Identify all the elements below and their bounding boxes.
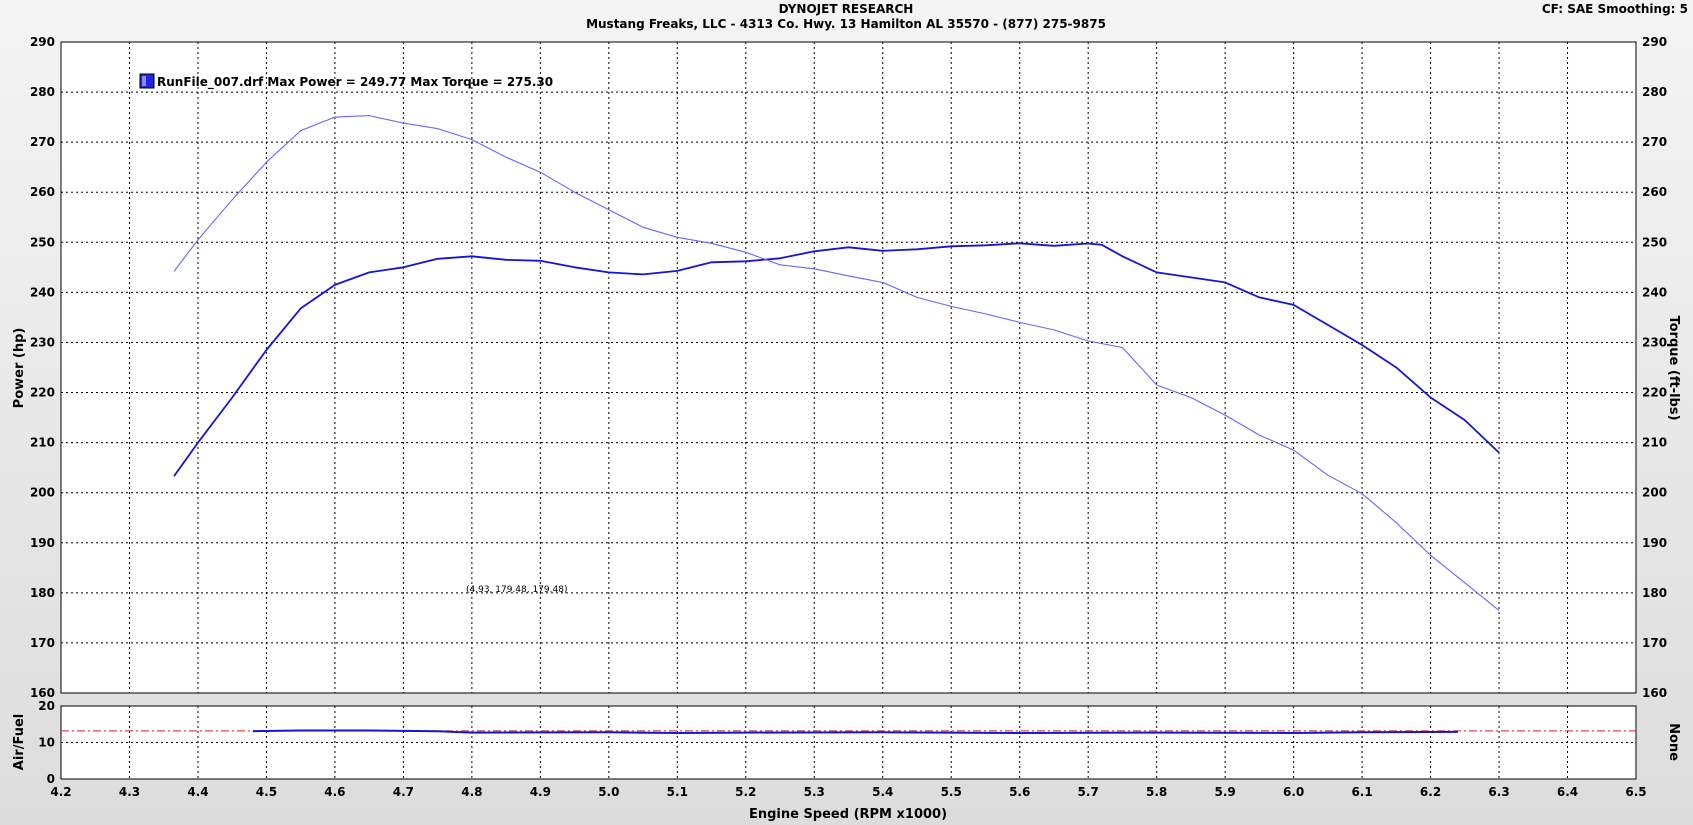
torque-tick-label: 250	[1642, 235, 1667, 249]
x-tick-label: 6.0	[1283, 785, 1304, 799]
afr-axis-ticks: 0 10 20	[38, 699, 55, 786]
power-tick-label: 280	[30, 85, 55, 99]
afr-tick-label: 10	[38, 736, 55, 750]
x-tick-label: 5.6	[1009, 785, 1030, 799]
x-tick-label: 6.3	[1488, 785, 1509, 799]
afr-tick-label: 0	[47, 772, 55, 786]
x-tick-label: 5.1	[667, 785, 688, 799]
chart-title: DYNOJET RESEARCH	[779, 2, 914, 16]
x-tick-label: 4.7	[393, 785, 414, 799]
power-tick-label: 180	[30, 586, 55, 600]
x-tick-label: 5.4	[872, 785, 893, 799]
rpm-axis-label: Engine Speed (RPM x1000)	[749, 807, 947, 822]
x-tick-label: 4.4	[187, 785, 208, 799]
x-tick-label: 5.5	[941, 785, 962, 799]
x-tick-label: 5.3	[804, 785, 825, 799]
torque-tick-label: 270	[1642, 135, 1667, 149]
power-tick-label: 230	[30, 335, 55, 349]
torque-tick-label: 260	[1642, 185, 1667, 199]
power-axis-label: Power (hp)	[12, 328, 27, 409]
chart-subtitle: Mustang Freaks, LLC - 4313 Co. Hwy. 13 H…	[586, 17, 1106, 31]
torque-tick-label: 210	[1642, 436, 1667, 450]
main-plot-area	[60, 41, 1637, 694]
afr-secondary-axis-label: None	[1666, 723, 1681, 761]
power-tick-label: 210	[30, 436, 55, 450]
afr-axis-label: Air/Fuel	[12, 714, 27, 770]
torque-tick-label: 290	[1642, 35, 1667, 49]
torque-tick-label: 230	[1642, 335, 1667, 349]
x-tick-label: 5.2	[735, 785, 756, 799]
legend-text: RunFile_007.drf Max Power = 249.77 Max T…	[157, 75, 553, 90]
x-tick-label: 4.9	[530, 785, 551, 799]
rpm-axis-ticks: 4.2 4.3 4.4 4.5 4.6 4.7 4.8 4.9 5.0 5.1 5.2 5.3 5.4 5…	[50, 785, 1646, 799]
power-tick-label: 160	[30, 686, 55, 700]
power-tick-label: 270	[30, 135, 55, 149]
power-tick-label: 200	[30, 486, 55, 500]
torque-tick-label: 160	[1642, 686, 1667, 700]
power-tick-label: 220	[30, 386, 55, 400]
power-tick-label: 260	[30, 185, 55, 199]
torque-tick-label: 220	[1642, 386, 1667, 400]
torque-tick-label: 170	[1642, 636, 1667, 650]
power-tick-label: 290	[30, 35, 55, 49]
x-tick-label: 6.2	[1420, 785, 1441, 799]
power-tick-label: 240	[30, 285, 55, 299]
torque-axis-label: Torque (ft-lbs)	[1666, 315, 1681, 420]
correction-settings: CF: SAE Smoothing: 5	[1542, 2, 1688, 16]
afr-tick-label: 20	[38, 699, 55, 713]
x-tick-label: 5.8	[1146, 785, 1167, 799]
cursor-readout: (4.93, 179.48, 179.48)	[466, 585, 568, 595]
torque-tick-label: 200	[1642, 486, 1667, 500]
x-tick-label: 5.7	[1078, 785, 1099, 799]
legend-swatch-highlight	[142, 76, 146, 86]
x-tick-label: 4.2	[50, 785, 71, 799]
x-tick-label: 4.6	[324, 785, 345, 799]
torque-tick-label: 190	[1642, 536, 1667, 550]
dyno-chart: DYNOJET RESEARCH Mustang Freaks, LLC - 4…	[12, 2, 1688, 822]
power-axis-ticks: 160 170 180 190 200 210 220 230 240 250 260 270 280 2…	[30, 35, 55, 700]
x-tick-label: 6.1	[1351, 785, 1372, 799]
x-tick-label: 5.0	[598, 785, 619, 799]
x-tick-label: 6.5	[1625, 785, 1646, 799]
x-tick-label: 4.8	[461, 785, 482, 799]
x-tick-label: 6.4	[1557, 785, 1578, 799]
x-tick-label: 4.3	[119, 785, 140, 799]
x-tick-label: 4.5	[256, 785, 277, 799]
torque-tick-label: 240	[1642, 285, 1667, 299]
torque-axis-ticks: 160 170 180 190 200 210 220 230 240 250 260 270 280 2…	[1642, 35, 1667, 700]
torque-tick-label: 280	[1642, 85, 1667, 99]
power-tick-label: 190	[30, 536, 55, 550]
power-tick-label: 250	[30, 235, 55, 249]
x-tick-label: 5.9	[1214, 785, 1235, 799]
torque-tick-label: 180	[1642, 586, 1667, 600]
power-tick-label: 170	[30, 636, 55, 650]
